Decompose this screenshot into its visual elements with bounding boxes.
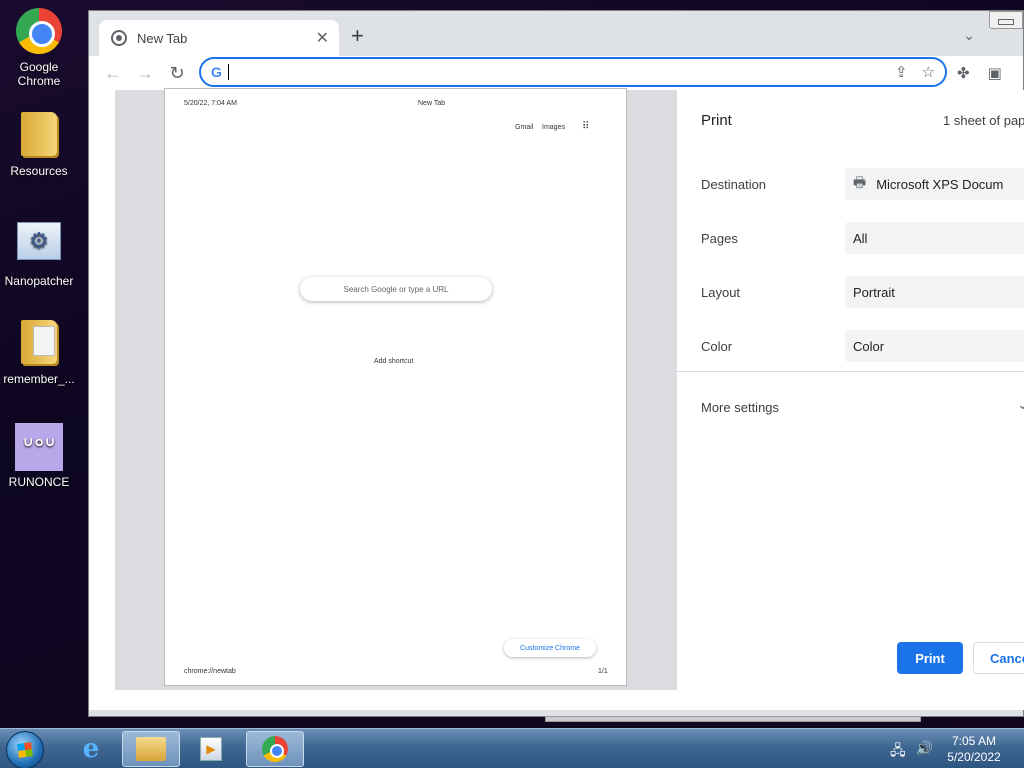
desktop-icon-label: Nanopatcher <box>4 274 74 288</box>
internet-explorer-icon: e <box>82 734 100 764</box>
layout-value: Portrait <box>853 284 895 300</box>
preview-header-title: New Tab <box>418 100 446 107</box>
preview-header-date: 5/20/22, 7:04 AM <box>184 100 237 107</box>
restore-window-button[interactable] <box>989 11 1023 29</box>
horizontal-scrollbar[interactable] <box>545 716 921 722</box>
desktop-icon-chrome[interactable]: Google Chrome <box>2 8 76 88</box>
desktop-icon-remember[interactable]: remember_... <box>2 320 76 386</box>
address-bar[interactable]: G ⇪ ☆ <box>199 57 947 87</box>
layout-select[interactable]: Portrait <box>845 276 1024 308</box>
color-select[interactable]: Color <box>845 330 1024 362</box>
print-dialog: 5/20/22, 7:04 AM New Tab Gmail Images ⠿ … <box>89 88 1024 710</box>
extensions-puzzle-icon[interactable]: ✤ <box>957 64 970 82</box>
side-panel-icon[interactable]: ▣ <box>988 64 1002 82</box>
chevron-down-icon[interactable]: ⌄ <box>1017 396 1024 413</box>
media-player-icon: ▶ <box>200 737 222 761</box>
tab-close-icon[interactable]: ✕ <box>316 28 329 48</box>
preview-footer-page: 1/1 <box>598 668 608 675</box>
volume-icon[interactable]: 🔊 <box>916 740 933 764</box>
print-preview-pane: 5/20/22, 7:04 AM New Tab Gmail Images ⠿ … <box>115 88 677 690</box>
google-icon: G <box>211 64 222 80</box>
divider <box>677 371 1024 372</box>
preview-add-shortcut: Add shortcut <box>374 358 414 365</box>
desktop-icon-resources[interactable]: Resources <box>2 112 76 178</box>
preview-images-link: Images <box>542 124 565 131</box>
desktop-icon-label: remember_... <box>3 372 75 386</box>
print-button[interactable]: Print <box>897 642 963 674</box>
clock-time: 7:05 AM <box>951 734 997 748</box>
preview-page: 5/20/22, 7:04 AM New Tab Gmail Images ⠿ … <box>164 88 627 686</box>
tab-title: New Tab <box>137 30 188 46</box>
back-button[interactable]: ← <box>97 63 129 84</box>
print-settings-panel: Print 1 sheet of pap Destination 🖶 Micro… <box>677 90 1024 710</box>
start-button[interactable] <box>6 731 44 768</box>
sheet-count: 1 sheet of pap <box>943 113 1024 128</box>
desktop-icon-nanopatcher[interactable]: ⚙ Nanopatcher <box>2 218 76 288</box>
taskbar-internet-explorer[interactable]: e <box>62 731 120 767</box>
share-icon[interactable]: ⇪ <box>895 63 908 81</box>
reload-button[interactable]: ↻ <box>161 63 193 84</box>
pages-label: Pages <box>701 231 738 246</box>
clock[interactable]: 7:05 AM 5/20/2022 <box>942 733 1006 765</box>
address-input[interactable] <box>227 64 895 80</box>
preview-search-box: Search Google or type a URL <box>300 277 492 301</box>
tab-search-chevron-icon[interactable]: ⌄ <box>963 27 975 44</box>
more-settings-toggle[interactable]: More settings <box>701 400 779 415</box>
system-tray: 🖧 🔊 <box>890 740 933 764</box>
bunny-icon: ᐡᐤᐡ <box>15 423 63 471</box>
folder-icon <box>15 320 63 368</box>
destination-select[interactable]: 🖶 Microsoft XPS Docum <box>845 168 1024 200</box>
preview-footer-url: chrome://newtab <box>184 668 236 675</box>
file-explorer-icon <box>136 737 166 761</box>
bookmark-star-icon[interactable]: ☆ <box>922 63 935 81</box>
color-label: Color <box>701 339 733 354</box>
destination-label: Destination <box>701 177 767 192</box>
toolbar: ← → ↻ G ⇪ ☆ ✤ ▣ <box>89 56 1023 90</box>
new-tab-button[interactable]: + <box>351 25 364 47</box>
cancel-button[interactable]: Cance <box>973 642 1024 674</box>
preview-gmail-link: Gmail <box>515 124 534 131</box>
tab-new-tab[interactable]: New Tab ✕ <box>99 20 339 56</box>
destination-value: Microsoft XPS Docum <box>876 176 1004 192</box>
desktop-icon-label: Resources <box>10 164 68 178</box>
browser-window: New Tab ✕ + ⌄ ← → ↻ G ⇪ ☆ ✤ ▣ 5/20/22, 7… <box>88 10 1024 722</box>
preview-customize-chrome: Customize Chrome <box>504 639 596 657</box>
folder-icon <box>15 112 63 160</box>
chrome-icon <box>262 736 288 762</box>
desktop-icon-label: RUNONCE <box>8 475 70 489</box>
tab-strip: New Tab ✕ + ⌄ <box>89 11 1023 56</box>
clock-date: 5/20/2022 <box>947 750 1001 764</box>
layout-label: Layout <box>701 285 741 300</box>
pages-value: All <box>853 230 868 246</box>
nanopatcher-icon: ⚙ <box>15 222 63 270</box>
chrome-favicon-icon <box>111 30 127 46</box>
forward-button[interactable]: → <box>129 63 161 84</box>
pages-select[interactable]: All <box>845 222 1024 254</box>
printer-icon: 🖶 <box>853 174 867 190</box>
desktop-icon-runonce[interactable]: ᐡᐤᐡ RUNONCE <box>2 423 76 489</box>
taskbar: e ▶ 🖧 🔊 7:05 AM 5/20/2022 <box>0 728 1024 768</box>
taskbar-chrome[interactable] <box>246 731 304 767</box>
desktop-icon-label: Google Chrome <box>17 60 61 88</box>
apps-grid-icon: ⠿ <box>582 121 589 132</box>
taskbar-file-explorer[interactable] <box>122 731 180 767</box>
chrome-icon <box>15 8 63 56</box>
taskbar-media-player[interactable]: ▶ <box>182 731 240 767</box>
network-icon[interactable]: 🖧 <box>890 740 906 764</box>
print-title: Print <box>701 112 732 129</box>
color-value: Color <box>853 338 885 354</box>
